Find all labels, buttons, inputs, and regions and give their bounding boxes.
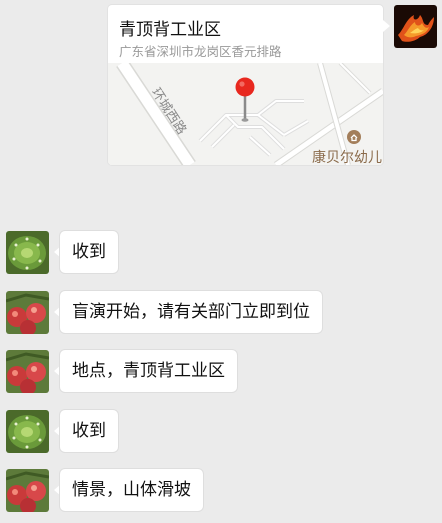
apples-avatar-icon xyxy=(6,469,49,512)
message-text: 情景，山体滑坡 xyxy=(72,480,191,500)
message-bubble[interactable]: 盲演开始，请有关部门立即到位 xyxy=(60,291,322,333)
message-bubble[interactable]: 收到 xyxy=(60,231,118,273)
message-text: 盲演开始，请有关部门立即到位 xyxy=(72,302,310,322)
contact-avatar-cactus[interactable] xyxy=(6,231,49,274)
contact-avatar-apples[interactable] xyxy=(6,469,49,512)
self-avatar[interactable] xyxy=(394,5,437,48)
cactus-avatar-icon xyxy=(6,231,49,274)
contact-avatar-apples[interactable] xyxy=(6,291,49,334)
apples-avatar-icon xyxy=(6,291,49,334)
message-text: 收到 xyxy=(72,242,106,262)
flame-avatar-icon xyxy=(394,5,437,48)
contact-avatar-cactus[interactable] xyxy=(6,410,49,453)
message-bubble[interactable]: 收到 xyxy=(60,410,118,452)
apples-avatar-icon xyxy=(6,350,49,393)
map-preview[interactable]: 环城西路 康贝尔幼儿 xyxy=(108,63,383,165)
bubble-tail xyxy=(383,20,390,32)
message-text: 收到 xyxy=(72,421,106,441)
message-bubble[interactable]: 情景，山体滑坡 xyxy=(60,469,203,511)
location-title: 青顶背工业区 xyxy=(119,20,221,40)
location-card[interactable]: 青顶背工业区 广东省深圳市龙岗区香元排路 环城西路 康贝尔幼儿 xyxy=(108,5,383,165)
message-text: 地点，青顶背工业区 xyxy=(72,361,225,381)
location-address: 广东省深圳市龙岗区香元排路 xyxy=(119,44,282,59)
message-bubble[interactable]: 地点，青顶背工业区 xyxy=(60,350,237,392)
cactus-avatar-icon xyxy=(6,410,49,453)
contact-avatar-apples[interactable] xyxy=(6,350,49,393)
poi-label: 康贝尔幼儿 xyxy=(312,150,382,165)
school-icon xyxy=(347,130,361,144)
location-pin-icon xyxy=(235,77,255,122)
